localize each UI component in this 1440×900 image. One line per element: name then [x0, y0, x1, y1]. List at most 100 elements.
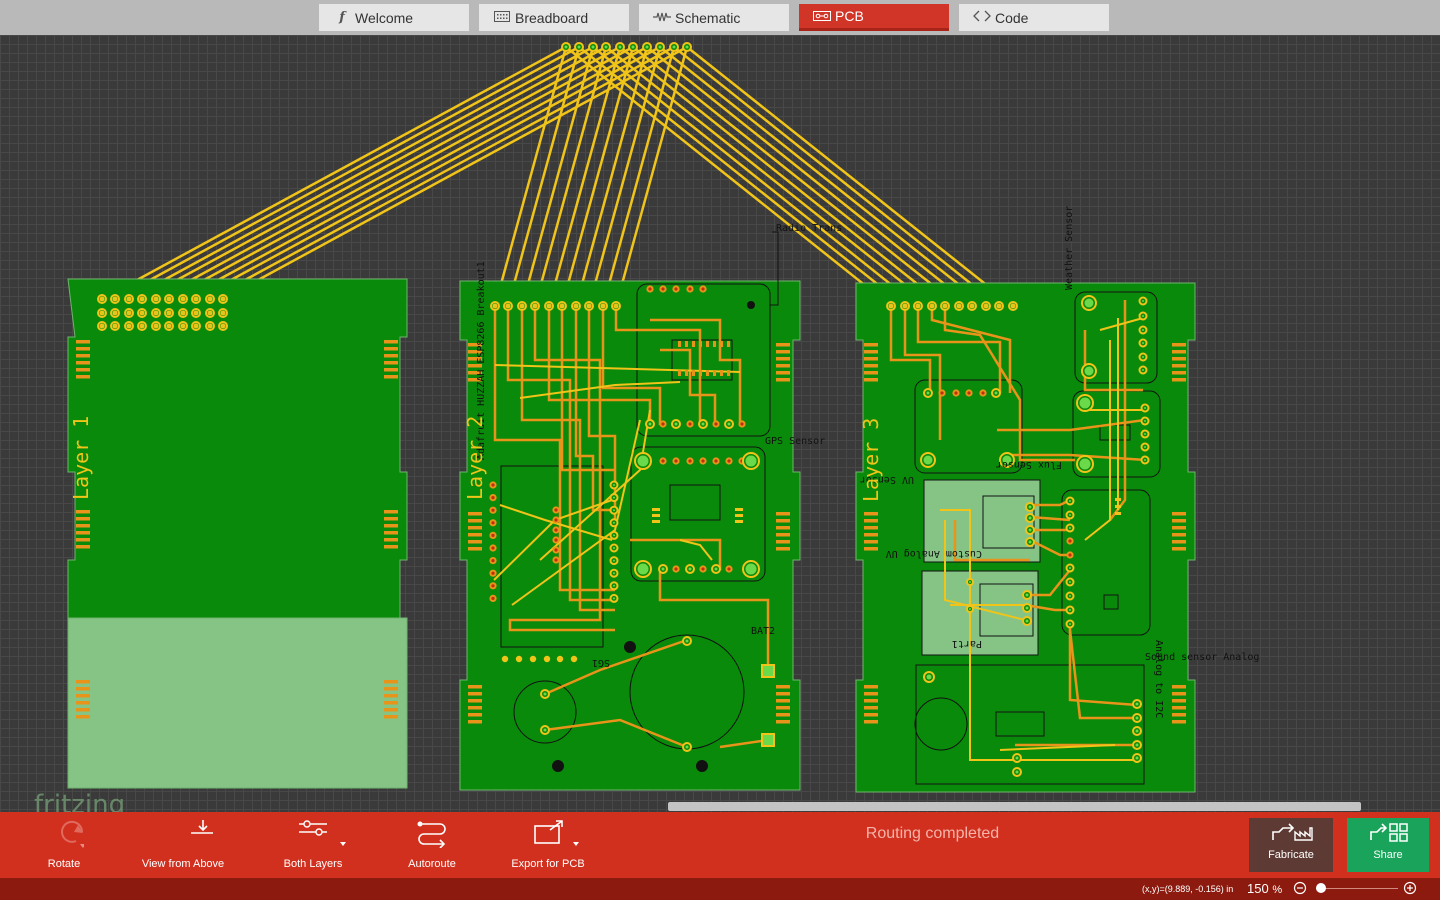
pad-hole	[942, 303, 948, 309]
pad-hole	[139, 323, 145, 329]
edge-pad	[1172, 512, 1186, 516]
pin	[556, 655, 564, 663]
edge-pad	[384, 538, 398, 542]
tab-code[interactable]: Code	[959, 4, 1109, 31]
edge-pad	[864, 512, 878, 516]
jumper-wire	[182, 45, 648, 301]
pad-hole	[685, 45, 689, 49]
pad-hole	[645, 45, 649, 49]
edge-pad	[776, 685, 790, 689]
pad-hole	[658, 45, 662, 49]
ic-pin	[678, 370, 681, 376]
pad-hole	[613, 521, 615, 524]
edge-pad	[864, 547, 878, 551]
smd-pad-center	[1068, 539, 1072, 543]
edge-pad	[1172, 526, 1186, 530]
view-from-above-label: View from Above	[141, 858, 225, 870]
edge-pad	[468, 699, 482, 703]
edge-pad	[776, 357, 790, 361]
pad-hole	[1142, 300, 1144, 302]
pad-hole	[532, 303, 538, 309]
pcb-canvas[interactable]: fritzing Layer 1 Adafruit HUZZAH ESP8266…	[0, 35, 1440, 812]
rotate-icon	[14, 818, 114, 848]
edge-pad	[776, 512, 790, 516]
pad-hole	[153, 310, 159, 316]
pad-hole	[153, 296, 159, 302]
pad-hole	[1084, 366, 1094, 376]
export-pcb-button[interactable]: Export for PCB	[498, 818, 598, 872]
edge-pad	[776, 519, 790, 523]
smd-pad-center	[491, 521, 495, 525]
tab-schematic[interactable]: Schematic	[639, 4, 789, 31]
smd-pad-center	[727, 459, 731, 463]
share-button[interactable]: Share	[1347, 818, 1429, 872]
pad-hole	[1135, 743, 1139, 747]
fabricate-button[interactable]: Fabricate	[1249, 818, 1333, 872]
smd-pad-center	[940, 391, 944, 395]
rotate-button[interactable]: Rotate	[14, 818, 114, 872]
status-bar: (x,y)=(9.889, -0.156) in 150 %	[0, 878, 1440, 900]
tab-breadboard[interactable]: Breadboard	[479, 4, 629, 31]
pad-hole	[220, 310, 226, 316]
smd-pad	[1115, 498, 1121, 501]
fabricate-label: Fabricate	[1268, 849, 1314, 861]
schematic-icon	[653, 10, 671, 25]
tab-pcb[interactable]: PCB	[799, 4, 949, 31]
pad-hole	[1142, 369, 1144, 371]
pin	[570, 655, 578, 663]
smd-pad-center	[648, 287, 652, 291]
edge-pad	[1172, 547, 1186, 551]
edge-pad	[76, 517, 90, 521]
edge-pad	[384, 694, 398, 698]
pad-hole	[618, 45, 622, 49]
layer-label: Layer 2	[463, 416, 487, 500]
pad-hole	[613, 584, 615, 587]
zoom-in-icon[interactable]	[1403, 881, 1417, 895]
smd-pad-center	[491, 584, 495, 588]
smd-pad-center	[491, 533, 495, 538]
pad-hole	[1028, 528, 1032, 532]
edge-pad	[76, 531, 90, 535]
pad-hole	[1028, 516, 1032, 520]
zoom-slider-handle[interactable]	[1316, 883, 1326, 893]
pin	[515, 655, 523, 663]
pad-hole	[926, 674, 932, 680]
edge-pad	[864, 371, 878, 375]
pad-hole	[1142, 329, 1144, 331]
tab-welcome[interactable]: f Welcome	[319, 4, 469, 31]
pad-hole	[956, 303, 962, 309]
edge-pad	[1172, 371, 1186, 375]
pad-hole	[166, 310, 172, 316]
autoroute-button[interactable]: Autoroute	[382, 818, 482, 872]
pad-hole	[1135, 729, 1139, 733]
pad-hole	[1142, 315, 1144, 317]
jumper-wire	[155, 45, 621, 301]
edge-pad	[384, 510, 398, 514]
pad-hole	[648, 422, 652, 426]
rotate-label: Rotate	[47, 858, 81, 870]
edge-pad	[76, 680, 90, 684]
smd-pad-center	[491, 508, 495, 512]
ic-pin	[685, 341, 688, 347]
edge-pad	[76, 694, 90, 698]
pad-hole	[207, 296, 213, 302]
smd-pad-center	[688, 459, 692, 463]
smd-pad	[652, 508, 660, 511]
smd-pad	[735, 514, 743, 517]
pcb-icon	[813, 9, 831, 24]
zoom-slider-track[interactable]	[1318, 888, 1398, 889]
pad-hole	[685, 639, 689, 643]
zoom-out-icon[interactable]	[1293, 881, 1307, 895]
pad-hole	[99, 310, 105, 316]
edge-pad	[776, 713, 790, 717]
jumper-wire	[619, 46, 946, 307]
pad-hole	[888, 303, 894, 309]
jumper-wire	[659, 46, 987, 307]
pad-hole	[180, 310, 186, 316]
layer-3-board: Weather Sensor Flux Sensor UV Sensor Cus…	[855, 206, 1259, 793]
layer-label: Layer 1	[69, 416, 93, 500]
edge-pad	[1172, 685, 1186, 689]
horizontal-scrollbar[interactable]	[668, 802, 1361, 811]
both-layers-button[interactable]: Both Layers	[263, 818, 363, 872]
view-from-above-button[interactable]: View from Above	[133, 818, 236, 872]
